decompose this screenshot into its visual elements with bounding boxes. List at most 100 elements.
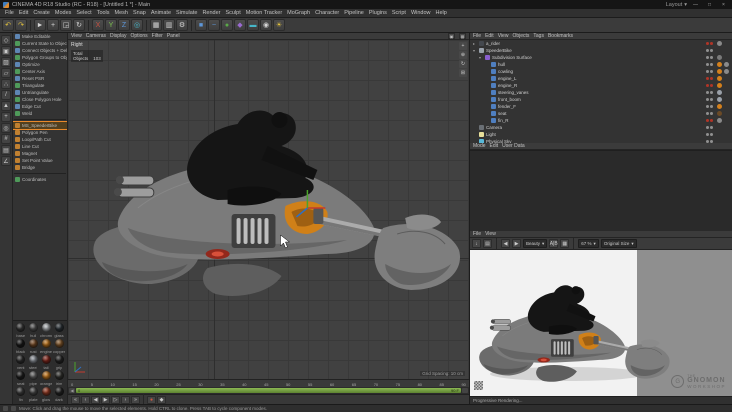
menu-item[interactable]: Character bbox=[315, 10, 339, 16]
visibility-dots[interactable] bbox=[706, 112, 713, 115]
close-button[interactable]: × bbox=[718, 1, 729, 8]
menu-item[interactable]: Help bbox=[436, 10, 447, 16]
menu-item[interactable]: Simulate bbox=[176, 10, 197, 16]
visibility-dots[interactable] bbox=[706, 105, 713, 108]
maximize-button[interactable]: □ bbox=[704, 1, 715, 8]
command-item[interactable]: Coordinates bbox=[13, 176, 67, 183]
menu-item[interactable]: Pipeline bbox=[344, 10, 364, 16]
material-tag[interactable] bbox=[717, 76, 722, 81]
material-item[interactable]: glass bbox=[53, 323, 65, 338]
object-row[interactable]: ▾ SpeederBike bbox=[470, 47, 732, 54]
menu-item[interactable]: Mesh bbox=[115, 10, 128, 16]
command-item[interactable]: Current State to Object bbox=[13, 40, 67, 47]
move-tool[interactable]: + bbox=[47, 19, 59, 31]
menu-item[interactable]: Edit bbox=[19, 10, 28, 16]
menu-item[interactable]: Tools bbox=[97, 10, 110, 16]
menu-item[interactable]: Modes bbox=[55, 10, 72, 16]
render-view-button[interactable]: ▦ bbox=[150, 19, 162, 31]
command-item[interactable]: Polygon Groups to Objects bbox=[13, 54, 67, 61]
object-row[interactable]: engine_L bbox=[470, 75, 732, 82]
add-camera-button[interactable]: ◉ bbox=[260, 19, 272, 31]
polygons-mode-icon[interactable]: ▲ bbox=[1, 101, 11, 111]
menu-item[interactable]: Create bbox=[33, 10, 50, 16]
tag[interactable] bbox=[724, 76, 729, 81]
am-menu-item[interactable]: Mode bbox=[473, 143, 486, 149]
visibility-dots[interactable] bbox=[706, 49, 713, 52]
visibility-dots[interactable] bbox=[706, 42, 713, 45]
workplane-mode-icon[interactable]: ▱ bbox=[1, 68, 11, 78]
menu-item[interactable]: Render bbox=[202, 10, 220, 16]
edges-mode-icon[interactable]: / bbox=[1, 90, 11, 100]
tag[interactable] bbox=[724, 55, 729, 60]
material-tag[interactable] bbox=[717, 83, 722, 88]
menu-item[interactable]: Select bbox=[76, 10, 91, 16]
om-menu-item[interactable]: View bbox=[498, 33, 509, 39]
object-row[interactable]: front_boom bbox=[470, 96, 732, 103]
render-to-picture-viewer-button[interactable]: ▥ bbox=[163, 19, 175, 31]
live-selection-tool[interactable]: ► bbox=[34, 19, 46, 31]
menu-item[interactable]: File bbox=[5, 10, 14, 16]
object-row[interactable]: fender_F bbox=[470, 103, 732, 110]
object-row[interactable]: ▸ a_rider bbox=[470, 40, 732, 47]
scroll-right-icon[interactable] bbox=[462, 388, 468, 393]
tag[interactable] bbox=[724, 90, 729, 95]
tag[interactable] bbox=[724, 69, 729, 74]
keyframe-button[interactable]: ◆ bbox=[157, 395, 166, 404]
expand-arrow[interactable]: ▸ bbox=[473, 41, 477, 46]
material-tag[interactable] bbox=[717, 118, 722, 123]
redo-icon[interactable]: ↷ bbox=[15, 19, 27, 31]
material-item[interactable]: copper bbox=[53, 339, 65, 354]
object-row[interactable]: Light bbox=[470, 131, 732, 138]
add-deformer-button[interactable]: ◆ bbox=[234, 19, 246, 31]
add-subdivision-surface-button[interactable]: ● bbox=[221, 19, 233, 31]
next-key-button[interactable]: › bbox=[121, 395, 130, 404]
make-editable-icon[interactable]: ◇ bbox=[1, 35, 11, 45]
maximize-view-icon[interactable]: ⊞ bbox=[459, 69, 467, 77]
minimize-button[interactable]: — bbox=[690, 1, 701, 8]
quad-view-icon[interactable]: ▦ bbox=[459, 33, 466, 39]
material-item[interactable]: plate bbox=[28, 387, 40, 402]
am-menu-item[interactable]: User Data bbox=[502, 143, 525, 149]
om-menu-item[interactable]: Bookmarks bbox=[548, 33, 573, 39]
material-item[interactable]: engine bbox=[40, 339, 52, 354]
visibility-dots[interactable] bbox=[706, 77, 713, 80]
menu-item[interactable]: Snap bbox=[133, 10, 146, 16]
copy-image-icon[interactable]: ▤ bbox=[483, 239, 492, 248]
am-menu-item[interactable]: Edit bbox=[490, 143, 499, 149]
om-menu-item[interactable]: Tags bbox=[533, 33, 544, 39]
visibility-dots[interactable] bbox=[706, 98, 713, 101]
command-item[interactable]: Triangulate bbox=[13, 82, 67, 89]
material-item[interactable]: seat bbox=[15, 371, 27, 386]
menu-item[interactable]: MoGraph bbox=[287, 10, 310, 16]
texture-mode-icon[interactable]: ▨ bbox=[1, 57, 11, 67]
object-row[interactable]: fin_R bbox=[470, 117, 732, 124]
add-primitive-cube-button[interactable]: ■ bbox=[195, 19, 207, 31]
material-tag[interactable] bbox=[717, 104, 722, 109]
save-image-icon[interactable]: ↓ bbox=[472, 239, 481, 248]
material-item[interactable]: hull bbox=[28, 323, 40, 338]
material-tag[interactable] bbox=[717, 90, 722, 95]
object-row[interactable]: engine_R bbox=[470, 82, 732, 89]
om-menu-item[interactable]: Objects bbox=[512, 33, 529, 39]
quantize-icon[interactable]: ∠ bbox=[1, 156, 11, 166]
material-item[interactable]: glow bbox=[40, 387, 52, 402]
om-menu-item[interactable]: File bbox=[473, 33, 481, 39]
tag[interactable] bbox=[724, 111, 729, 116]
command-item[interactable]: Polygon Pen bbox=[13, 129, 67, 136]
material-tag[interactable] bbox=[717, 62, 722, 67]
record-button[interactable]: ● bbox=[147, 395, 156, 404]
command-item[interactable]: Untriangulate bbox=[13, 89, 67, 96]
add-environment-button[interactable]: ▬ bbox=[247, 19, 259, 31]
command-item[interactable]: Center Axis bbox=[13, 68, 67, 75]
om-menu-item[interactable]: Edit bbox=[485, 33, 494, 39]
visibility-dots[interactable] bbox=[706, 84, 713, 87]
material-tag[interactable] bbox=[717, 48, 722, 53]
material-item[interactable]: grip bbox=[53, 355, 65, 370]
material-tag[interactable] bbox=[717, 69, 722, 74]
prev-key-button[interactable]: ‹ bbox=[81, 395, 90, 404]
command-item[interactable]: Close Polygon Hole bbox=[13, 96, 67, 103]
timeline-ruler[interactable]: 0 5 10 15 20 25 30 35 40 45 50 55 60 65 70 75 80 85 90 bbox=[68, 379, 469, 387]
object-row[interactable]: steering_vanes bbox=[470, 89, 732, 96]
y-axis-lock-button[interactable]: Y bbox=[105, 19, 117, 31]
material-item[interactable]: vent bbox=[15, 355, 27, 370]
